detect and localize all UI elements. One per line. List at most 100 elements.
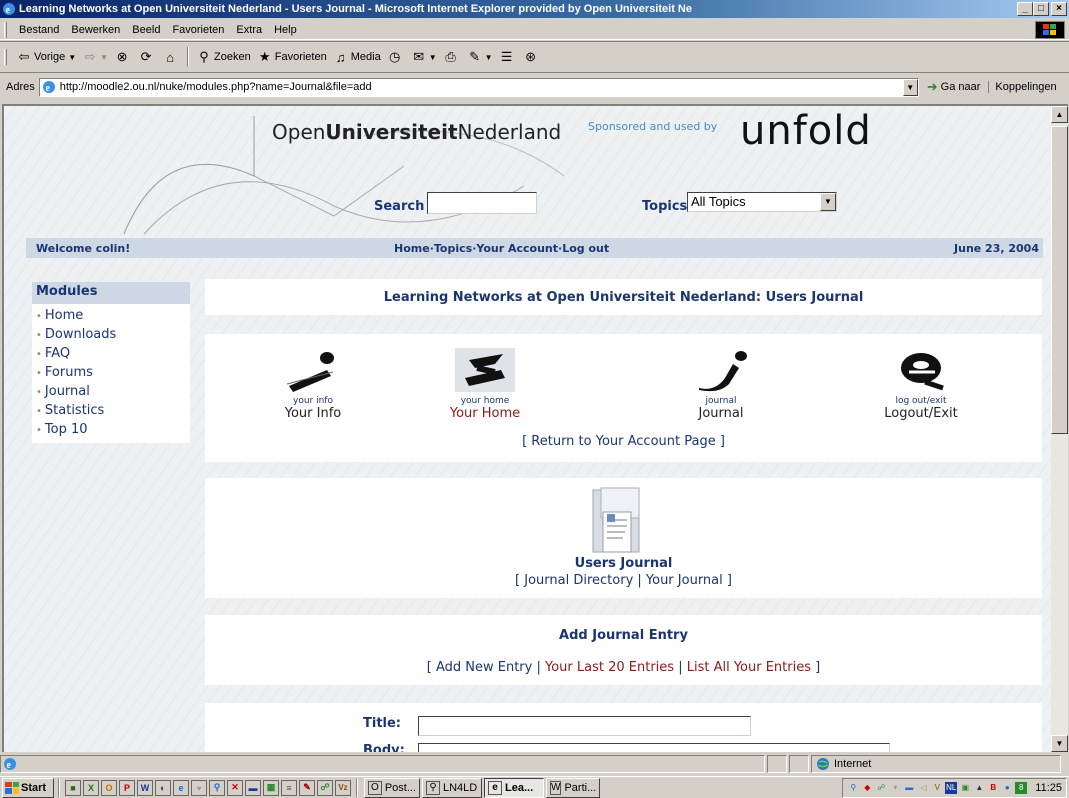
module-item-home[interactable]: • Home (32, 306, 190, 325)
vertical-scrollbar[interactable]: ▲ ▼ (1051, 104, 1068, 752)
your-home-link[interactable]: your home Your Home (415, 348, 555, 421)
nav-home[interactable]: Home (394, 242, 430, 255)
start-button[interactable]: Start (2, 777, 54, 798)
add-new-entry-link[interactable]: [ Add New Entry | (427, 660, 545, 675)
nav-log-out[interactable]: Log out (562, 242, 609, 255)
address-dropdown-icon[interactable]: ▼ (902, 78, 918, 96)
discuss-button[interactable]: ☰ (496, 49, 520, 65)
tray-monitor-icon[interactable]: ▬ (903, 782, 915, 794)
module-item-top10[interactable]: • Top 10 (32, 420, 190, 439)
menu-bewerken[interactable]: Bewerken (65, 24, 126, 36)
scroll-up-icon[interactable]: ▲ (1051, 106, 1068, 123)
module-item-downloads[interactable]: • Downloads (32, 325, 190, 344)
ou-logo[interactable]: OpenUniversiteitNederland (272, 120, 561, 144)
back-dropdown-icon[interactable]: ▼ (68, 53, 76, 62)
network-icon[interactable]: ☍ (317, 779, 333, 796)
module-item-journal[interactable]: • Journal (32, 382, 190, 401)
desktop-icon[interactable]: ◐ (155, 779, 171, 796)
return-to-account-link[interactable]: [ Return to Your Account Page ] (205, 434, 1042, 449)
tool-icon[interactable]: ♆ (191, 779, 207, 796)
title-input[interactable] (418, 716, 751, 736)
journal-link[interactable]: journal Journal (651, 348, 791, 421)
topics-select[interactable]: All Topics ▼ (687, 192, 837, 212)
journal-folder-icon[interactable] (587, 486, 647, 561)
task-parti[interactable]: W Parti... (546, 777, 600, 798)
menu-favorieten[interactable]: Favorieten (166, 24, 230, 36)
unfold-logo[interactable]: unfold (740, 108, 872, 154)
word-icon[interactable]: W (137, 779, 153, 796)
menu-help[interactable]: Help (268, 24, 303, 36)
body-textarea[interactable] (418, 743, 890, 752)
links-button[interactable]: Koppelingen (988, 81, 1057, 93)
tray-tool-icon[interactable]: ♆ (889, 782, 901, 794)
stop-button[interactable]: ⊗ (111, 49, 135, 65)
go-button[interactable]: ➜ Ga naar (927, 79, 981, 95)
menu-bestand[interactable]: Bestand (13, 24, 65, 36)
menu-beeld[interactable]: Beeld (126, 24, 166, 36)
edit-dropdown-icon[interactable]: ▼ (485, 53, 493, 62)
address-input[interactable]: e http://moodle2.ou.nl/nuke/modules.php?… (38, 77, 919, 97)
task-post[interactable]: O Post... (364, 777, 420, 798)
messenger-button[interactable]: ⊛ (520, 49, 544, 65)
outlook-icon[interactable]: O (101, 779, 117, 796)
mail-button[interactable]: ✉ ▼ (408, 49, 440, 65)
forward-dropdown-icon[interactable]: ▼ (100, 53, 108, 62)
history-button[interactable]: ◷ (384, 49, 408, 65)
nav-your-account[interactable]: Your Account (476, 242, 558, 255)
favorites-button[interactable]: ★ Favorieten (254, 49, 330, 65)
display-icon[interactable]: ▬ (245, 779, 261, 796)
module-item-faq[interactable]: • FAQ (32, 344, 190, 363)
tray-app-icon[interactable]: 8 (1015, 781, 1028, 794)
powerpoint-icon[interactable]: P (119, 779, 135, 796)
refresh-button[interactable]: ⟳ (135, 49, 159, 65)
tray-visio-icon[interactable]: V (931, 782, 943, 794)
tray-chat-icon[interactable]: ▣ (959, 782, 971, 794)
visio-icon[interactable]: Vz (335, 779, 351, 796)
tray-speaker-icon[interactable]: ◁ (917, 782, 929, 794)
maximize-button[interactable]: □ (1033, 2, 1049, 16)
scroll-thumb[interactable] (1051, 126, 1068, 434)
media-button[interactable]: ♫ Media (330, 49, 384, 65)
search-button[interactable]: ⚲ Zoeken (193, 49, 254, 65)
paint-icon[interactable]: ✎ (299, 779, 315, 796)
tray-shield-icon[interactable]: ◆ (861, 782, 873, 794)
menu-extra[interactable]: Extra (230, 24, 268, 36)
close-button[interactable]: × (1051, 2, 1067, 16)
site-search-input[interactable] (427, 192, 537, 214)
tray-messenger-icon[interactable]: ● (1001, 782, 1013, 794)
grid-icon[interactable]: ▦ (263, 779, 279, 796)
excel-icon[interactable]: X (83, 779, 99, 796)
notepad-icon[interactable]: ≡ (281, 779, 297, 796)
list-all-entries-link[interactable]: List All Your Entries (687, 660, 811, 675)
journal-links[interactable]: [ Journal Directory | Your Journal ] (205, 573, 1042, 588)
nav-topics[interactable]: Topics (434, 242, 472, 255)
tray-signal-icon[interactable]: ▲ (973, 782, 985, 794)
topics-dropdown-icon[interactable]: ▼ (820, 193, 836, 211)
your-info-link[interactable]: your info Your Info (243, 348, 383, 421)
last-20-entries-link[interactable]: Your Last 20 Entries (545, 660, 674, 675)
tray-b-icon[interactable]: B (987, 782, 999, 794)
tray-network-icon[interactable]: ☍ (875, 782, 887, 794)
toolbar-grip[interactable] (4, 49, 7, 65)
stop-icon[interactable]: ✕ (227, 779, 243, 796)
tray-search-icon[interactable]: ⚲ (847, 782, 859, 794)
menu-grip[interactable] (4, 21, 7, 38)
logout-link[interactable]: log out/exit Logout/Exit (851, 348, 991, 421)
mail-dropdown-icon[interactable]: ▼ (429, 53, 437, 62)
task-ln4ld[interactable]: ⚲ LN4LD (422, 777, 482, 798)
task-learning-networks[interactable]: e Lea... (484, 777, 544, 798)
quicklaunch-icon[interactable]: ■ (65, 779, 81, 796)
edit-button[interactable]: ✎ ▼ (464, 49, 496, 65)
home-button[interactable]: ⌂ (159, 49, 183, 65)
print-button[interactable]: ⎙ (440, 49, 464, 65)
clock[interactable]: 11:25 (1035, 782, 1062, 794)
minimize-button[interactable]: _ (1017, 2, 1033, 16)
module-item-forums[interactable]: • Forums (32, 363, 190, 382)
scroll-down-icon[interactable]: ▼ (1051, 735, 1068, 752)
forward-button[interactable]: ⇨ ▼ (79, 49, 111, 65)
search-icon[interactable]: ⚲ (209, 779, 225, 796)
back-button[interactable]: ⇦ Vorige ▼ (13, 49, 79, 65)
ie-icon[interactable]: e (173, 779, 189, 796)
tray-language-icon[interactable]: NL (945, 781, 958, 794)
module-item-statistics[interactable]: • Statistics (32, 401, 190, 420)
